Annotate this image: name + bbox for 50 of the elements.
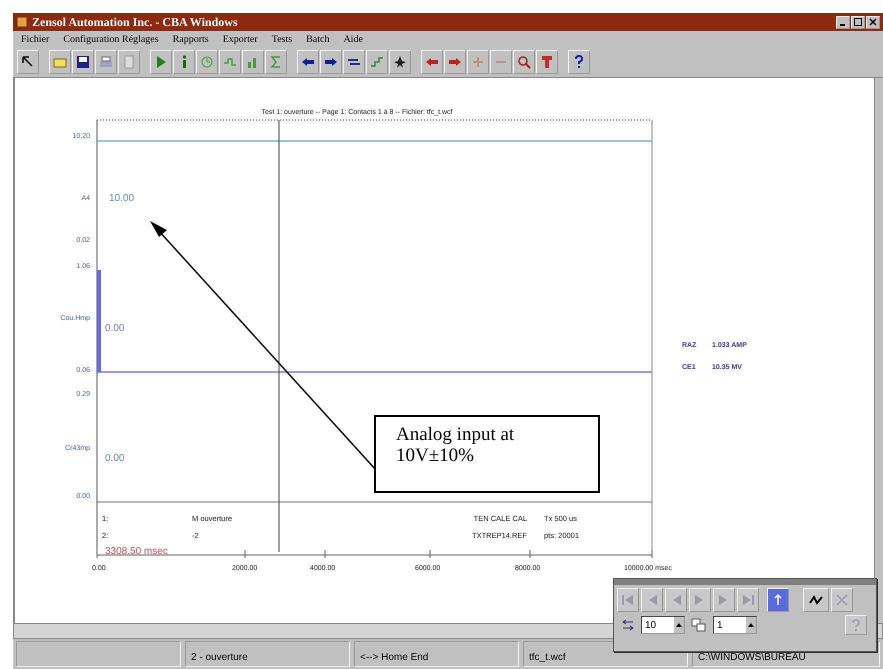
step-spin-field[interactable]: 10 — [641, 616, 685, 634]
window-title: Zensol Automation Inc. - CBA Windows — [32, 14, 238, 30]
close-button[interactable] — [866, 16, 880, 28]
folder-icon[interactable] — [49, 50, 71, 74]
cursor-reading: 3308.50 msec — [105, 546, 168, 557]
print-icon[interactable] — [95, 50, 117, 74]
info-icon[interactable] — [173, 50, 195, 74]
status-text: <--> Home End — [354, 641, 519, 667]
menu-item[interactable]: Configuration Réglages — [63, 34, 159, 44]
trace-value: 0.00 — [105, 453, 124, 464]
signal-icon[interactable] — [803, 588, 829, 612]
trace-value: 10.00 — [109, 193, 134, 204]
menu-item[interactable]: Aide — [343, 34, 363, 44]
trace-value: 0.00 — [105, 323, 124, 334]
plus-icon[interactable] — [467, 50, 489, 74]
sigma-icon[interactable] — [265, 50, 287, 74]
clock-icon[interactable] — [196, 50, 218, 74]
save-icon[interactable] — [72, 50, 94, 74]
search-icon[interactable] — [513, 50, 535, 74]
last-icon[interactable] — [737, 588, 759, 612]
maximize-button[interactable] — [851, 16, 865, 28]
next-icon[interactable] — [689, 588, 711, 612]
maximize-icon — [854, 18, 862, 26]
fwd-icon[interactable] — [713, 588, 735, 612]
status-text: 2 - ouverture — [185, 641, 350, 667]
first-icon[interactable] — [617, 588, 639, 612]
menu-item[interactable]: Exporter — [222, 34, 258, 44]
prev-icon[interactable] — [665, 588, 687, 612]
page-spin-field[interactable]: 1 — [713, 616, 757, 634]
redright-icon[interactable] — [444, 50, 466, 74]
wave-icon[interactable] — [219, 50, 241, 74]
pointer-icon[interactable] — [17, 50, 39, 74]
back-icon[interactable] — [641, 588, 663, 612]
pages-icon — [691, 618, 707, 632]
app-icon — [16, 16, 28, 28]
help-icon[interactable] — [568, 50, 590, 74]
vertical-scrollbar[interactable] — [874, 78, 883, 623]
left-icon[interactable] — [297, 50, 319, 74]
menu-item[interactable]: Tests — [272, 34, 292, 44]
chart-icon[interactable] — [242, 50, 264, 74]
play-icon[interactable] — [150, 50, 172, 74]
menu-item[interactable]: Batch — [306, 34, 330, 44]
minimize-button[interactable] — [836, 16, 850, 28]
annotation-callout: Analog input at 10V±10% — [374, 415, 600, 493]
menu-item[interactable]: Rapports — [172, 34, 209, 44]
right-icon[interactable] — [320, 50, 342, 74]
redleft-icon[interactable] — [421, 50, 443, 74]
page-icon[interactable] — [118, 50, 140, 74]
close-icon — [869, 18, 877, 26]
menu-item[interactable]: Fichier — [21, 34, 50, 44]
